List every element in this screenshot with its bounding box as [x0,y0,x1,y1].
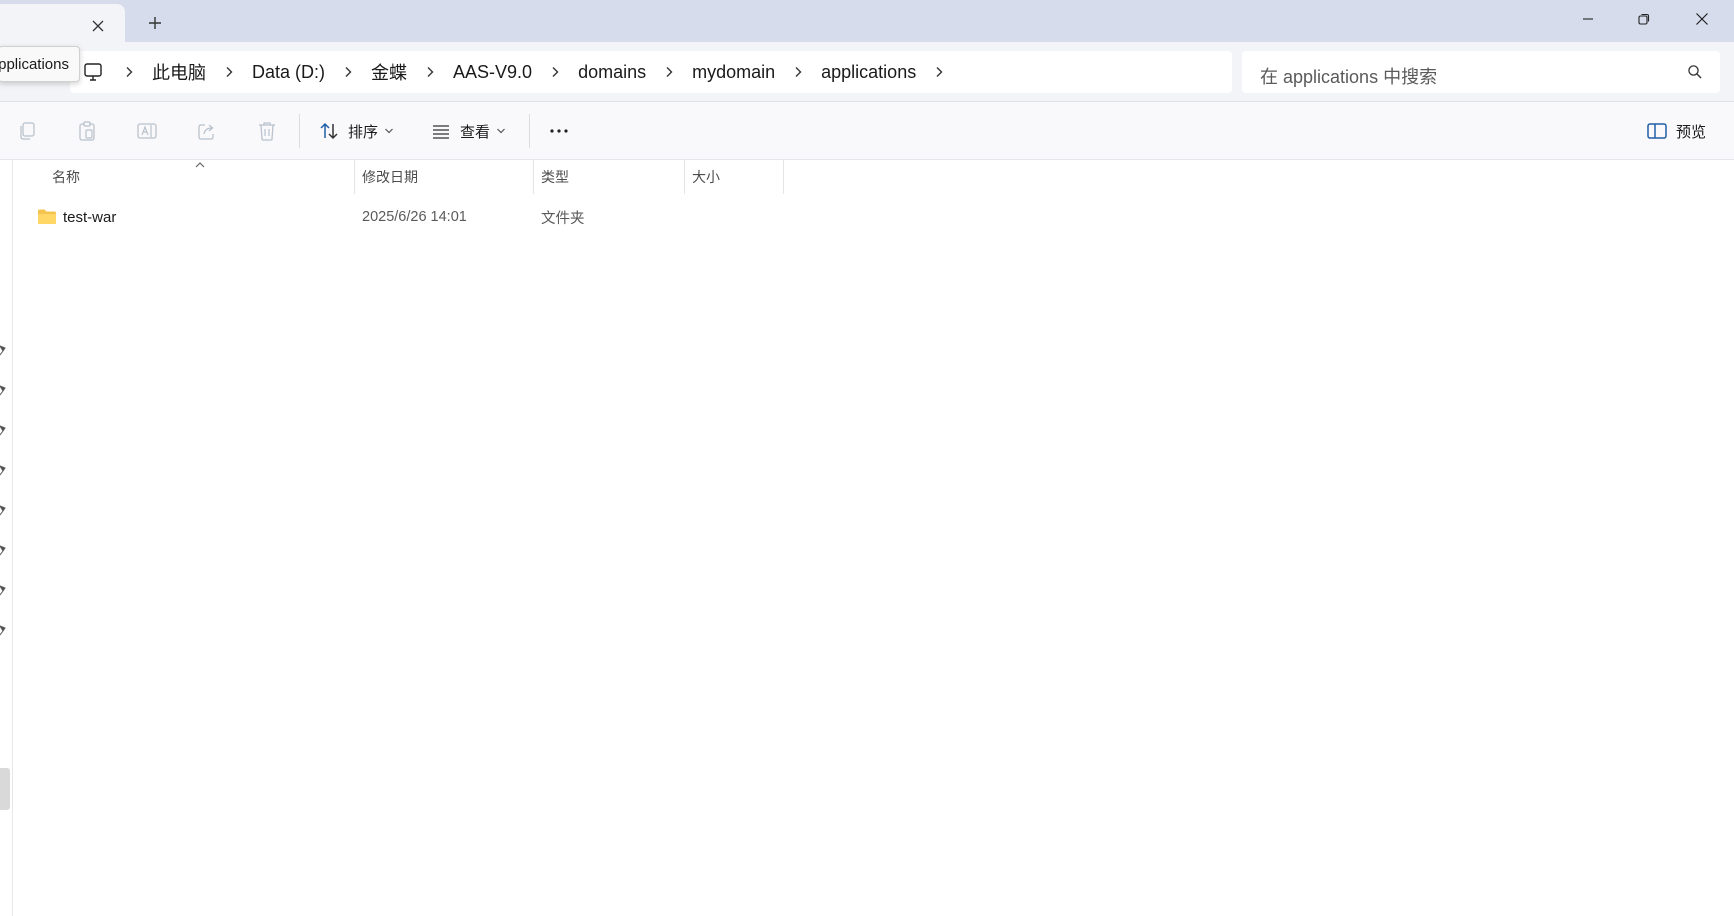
preview-label: 预览 [1676,123,1707,141]
sort-ascending-icon [195,162,205,168]
breadcrumb-item[interactable]: domains [564,62,660,83]
delete-icon[interactable] [256,120,278,142]
minimize-button[interactable] [1560,0,1616,38]
file-row[interactable]: test-war 2025/6/26 14:01 文件夹 [13,200,1734,234]
more-icon[interactable] [548,120,570,142]
column-header-size[interactable]: 大小 [684,160,784,194]
minimize-icon [1583,18,1593,20]
view-label: 查看 [460,123,491,141]
chevron-right-icon[interactable] [120,63,138,81]
column-type-label: 类型 [541,169,569,185]
breadcrumb-item-current[interactable]: applications [807,62,930,83]
copy-icon[interactable] [16,120,38,142]
active-tab[interactable] [0,4,125,42]
file-modified: 2025/6/26 14:01 [362,209,467,225]
close-window-button[interactable] [1674,0,1730,38]
address-bar[interactable]: 此电脑 Data (D:) 金蝶 AAS-V9.0 domains mydoma… [70,51,1232,93]
divider [529,114,530,148]
breadcrumb-item[interactable]: Data (D:) [238,62,339,83]
scrollbar-thumb[interactable] [0,768,10,810]
close-tab-icon[interactable] [88,16,108,36]
view-icon [433,125,449,139]
file-name[interactable]: test-war [63,200,116,234]
close-icon [1696,13,1708,25]
column-name-label: 名称 [52,169,80,185]
chevron-right-icon[interactable] [421,63,439,81]
breadcrumb-item[interactable]: mydomain [678,62,789,83]
breadcrumb-item[interactable]: AAS-V9.0 [439,62,546,83]
address-row: 此电脑 Data (D:) 金蝶 AAS-V9.0 domains mydoma… [0,42,1734,102]
sort-icon [320,122,338,140]
pin-icon [0,385,6,396]
pin-icon [0,545,6,556]
column-header-row: 名称 修改日期 类型 大小 [13,160,1734,194]
column-header-type[interactable]: 类型 [533,160,684,194]
pin-icon [0,625,6,636]
chevron-right-icon[interactable] [660,63,678,81]
chevron-right-icon[interactable] [789,63,807,81]
breadcrumb-item[interactable]: 此电脑 [138,59,220,85]
column-header-modified[interactable]: 修改日期 [354,160,533,194]
sort-label: 排序 [348,123,379,141]
chevron-right-icon[interactable] [220,63,238,81]
pin-icon [0,465,6,476]
chevron-down-icon [497,128,505,134]
search-icon[interactable] [1686,63,1704,81]
pin-icon [0,425,6,436]
breadcrumb-item[interactable]: 金蝶 [357,59,421,85]
computer-icon[interactable] [82,61,104,83]
breadcrumb: 此电脑 Data (D:) 金蝶 AAS-V9.0 domains mydoma… [120,51,948,93]
command-bar: 排序 查看 预览 [0,102,1734,160]
file-type: 文件夹 [541,210,585,227]
restore-button[interactable] [1616,0,1672,38]
view-button[interactable]: 查看 [430,114,506,148]
column-size-label: 大小 [692,169,720,185]
chevron-down-icon [385,128,393,134]
sort-button[interactable]: 排序 [318,114,394,148]
preview-pane-icon [1647,123,1667,139]
chevron-right-icon[interactable] [546,63,564,81]
rename-icon[interactable] [136,120,158,142]
pin-icon [0,345,6,356]
pin-icon [0,585,6,596]
plus-icon [149,17,161,29]
chevron-right-icon[interactable] [339,63,357,81]
share-icon[interactable] [196,120,218,142]
folder-icon [38,209,56,224]
search-placeholder: 在 applications 中搜索 [1260,67,1438,87]
divider [299,114,300,148]
pin-icon [0,505,6,516]
title-bar [0,0,1734,42]
preview-button[interactable]: 预览 [1646,114,1706,148]
paste-icon[interactable] [76,120,98,142]
search-input[interactable]: 在 applications 中搜索 [1242,51,1720,93]
restore-icon [1638,13,1650,25]
new-tab-button[interactable] [144,12,166,34]
tooltip: pplications [0,46,80,82]
chevron-right-icon[interactable] [930,63,948,81]
column-modified-label: 修改日期 [362,169,418,185]
